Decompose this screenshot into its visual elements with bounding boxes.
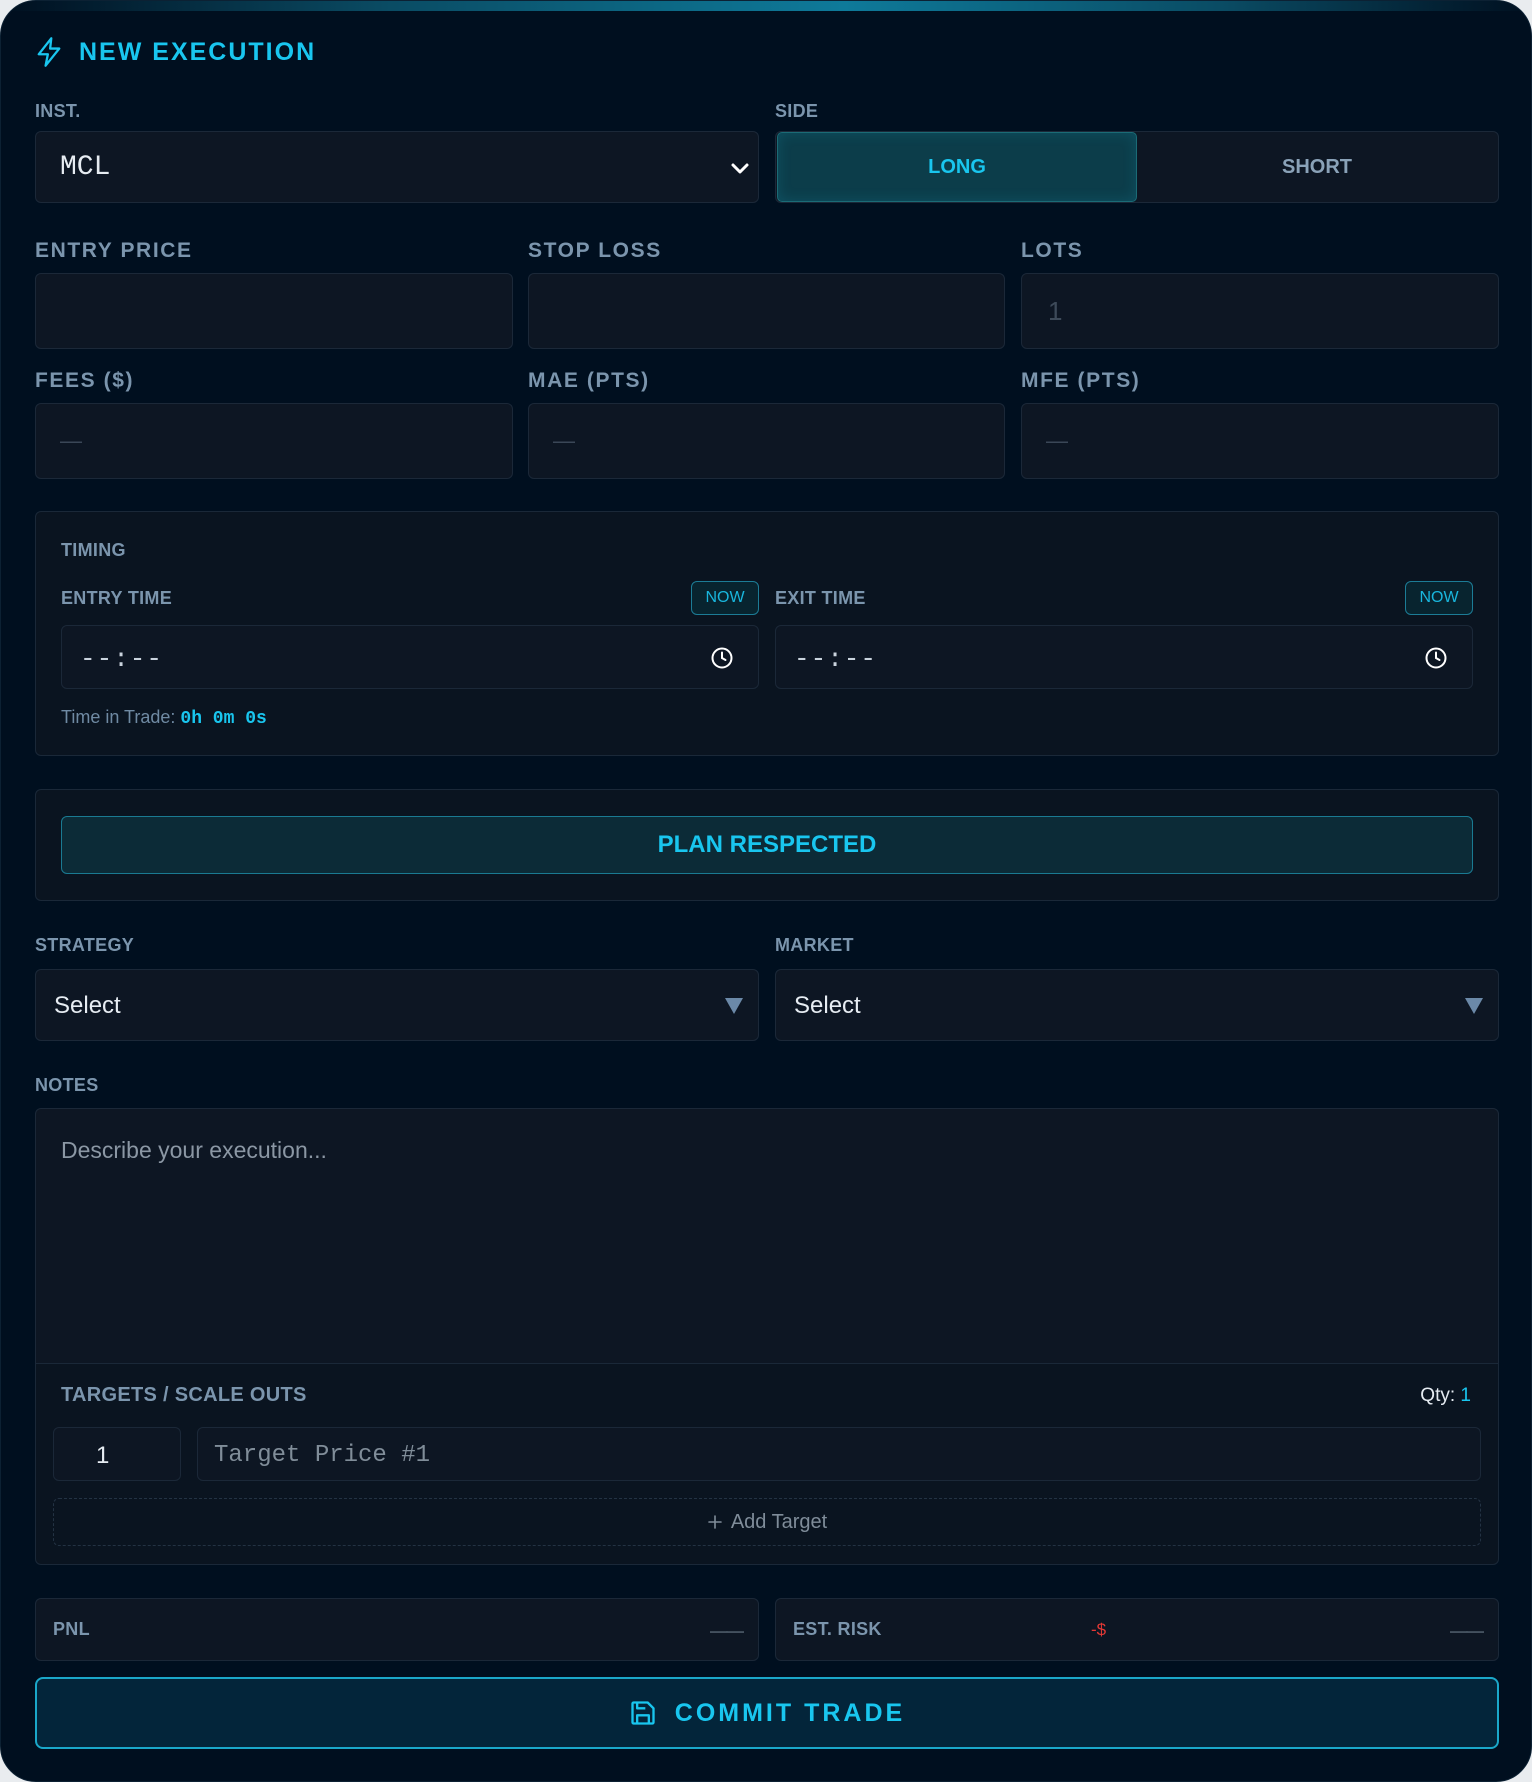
chevron-down-icon [731, 163, 749, 174]
entry-time-label: ENTRY TIME [61, 588, 173, 608]
plus-icon [708, 1515, 722, 1529]
save-icon [631, 1701, 655, 1725]
side-label: SIDE [775, 101, 819, 121]
stop-loss-label: STOP LOSS [528, 239, 662, 262]
fees-input[interactable]: — [35, 403, 513, 479]
add-target-button[interactable]: Add Target [53, 1498, 1481, 1546]
long-button[interactable]: LONG [777, 132, 1137, 202]
fees-placeholder: — [60, 428, 82, 453]
entry-price-label: ENTRY PRICE [35, 239, 193, 262]
entry-time-input[interactable]: --:-- [61, 625, 759, 689]
clock-icon[interactable] [710, 646, 734, 670]
pnl-value: —— [710, 1621, 744, 1641]
mfe-placeholder: — [1046, 428, 1068, 453]
pnl-label: PNL [53, 1619, 90, 1639]
market-select[interactable]: Select [775, 969, 1499, 1041]
time-in-trade-label: Time in Trade: [61, 707, 176, 727]
entry-time-value: --:-- [80, 644, 164, 674]
strategy-label: STRATEGY [35, 935, 135, 955]
triangle-down-icon [725, 998, 743, 1014]
notes-label: NOTES [35, 1075, 99, 1095]
timing-title: TIMING [61, 540, 126, 560]
mfe-label: MFE (PTS) [1021, 369, 1141, 392]
target-qty-input[interactable]: 1 [53, 1427, 181, 1481]
mae-input[interactable]: — [528, 403, 1005, 479]
instrument-value: MCL [60, 152, 111, 183]
market-label: MARKET [775, 935, 854, 955]
target-qty-value: 1 [96, 1442, 110, 1469]
risk-prefix: -$ [1091, 1620, 1107, 1639]
lots-placeholder: 1 [1048, 296, 1063, 326]
strategy-select[interactable]: Select [35, 969, 759, 1041]
qty-label: Qty: [1420, 1385, 1456, 1406]
triangle-down-icon [1465, 998, 1483, 1014]
instrument-select[interactable]: MCL [35, 131, 759, 203]
mae-label: MAE (PTS) [528, 369, 650, 392]
notes-placeholder: Describe your execution... [61, 1137, 327, 1163]
commit-trade-button[interactable]: COMMIT TRADE [35, 1677, 1499, 1749]
targets-title: TARGETS / SCALE OUTS [61, 1384, 307, 1406]
risk-box: EST. RISK -$ —— [775, 1598, 1499, 1661]
pnl-box: PNL —— [35, 1598, 759, 1661]
stop-loss-input[interactable] [528, 273, 1005, 349]
add-target-label: Add Target [730, 1510, 828, 1533]
exit-now-button[interactable]: NOW [1405, 581, 1473, 615]
exit-time-label: EXIT TIME [775, 588, 866, 608]
target-price-placeholder: Target Price #1 [214, 1442, 431, 1469]
page-title: NEW EXECUTION [79, 38, 317, 66]
commit-label: COMMIT TRADE [674, 1698, 906, 1727]
time-in-trade-value: 0h 0m 0s [180, 709, 267, 729]
qty-value: 1 [1460, 1385, 1471, 1406]
mfe-input[interactable]: — [1021, 403, 1499, 479]
short-button[interactable]: SHORT [1137, 132, 1497, 202]
lots-label: LOTS [1021, 239, 1084, 262]
entry-price-input[interactable] [35, 273, 513, 349]
top-accent-bar [1, 1, 1531, 11]
lots-input[interactable]: 1 [1021, 273, 1499, 349]
risk-value: —— [1450, 1621, 1484, 1641]
exit-time-input[interactable]: --:-- [775, 625, 1473, 689]
target-price-input[interactable]: Target Price #1 [197, 1427, 1481, 1481]
time-in-trade: Time in Trade: 0h 0m 0s [61, 707, 267, 729]
plan-respected-button[interactable]: PLAN RESPECTED [61, 816, 1473, 874]
targets-qty: Qty: 1 [1420, 1385, 1471, 1407]
market-value: Select [794, 992, 861, 1019]
mae-placeholder: — [553, 428, 575, 453]
risk-label: EST. RISK [793, 1619, 882, 1639]
strategy-value: Select [54, 992, 121, 1019]
lightning-icon [37, 37, 61, 67]
entry-now-button[interactable]: NOW [691, 581, 759, 615]
instrument-label: INST. [35, 101, 81, 121]
fees-label: FEES ($) [35, 369, 135, 392]
exit-time-value: --:-- [794, 644, 878, 674]
new-execution-card: NEW EXECUTION INST. MCL SIDE LONG SHORT … [0, 0, 1532, 1782]
clock-icon[interactable] [1424, 646, 1448, 670]
